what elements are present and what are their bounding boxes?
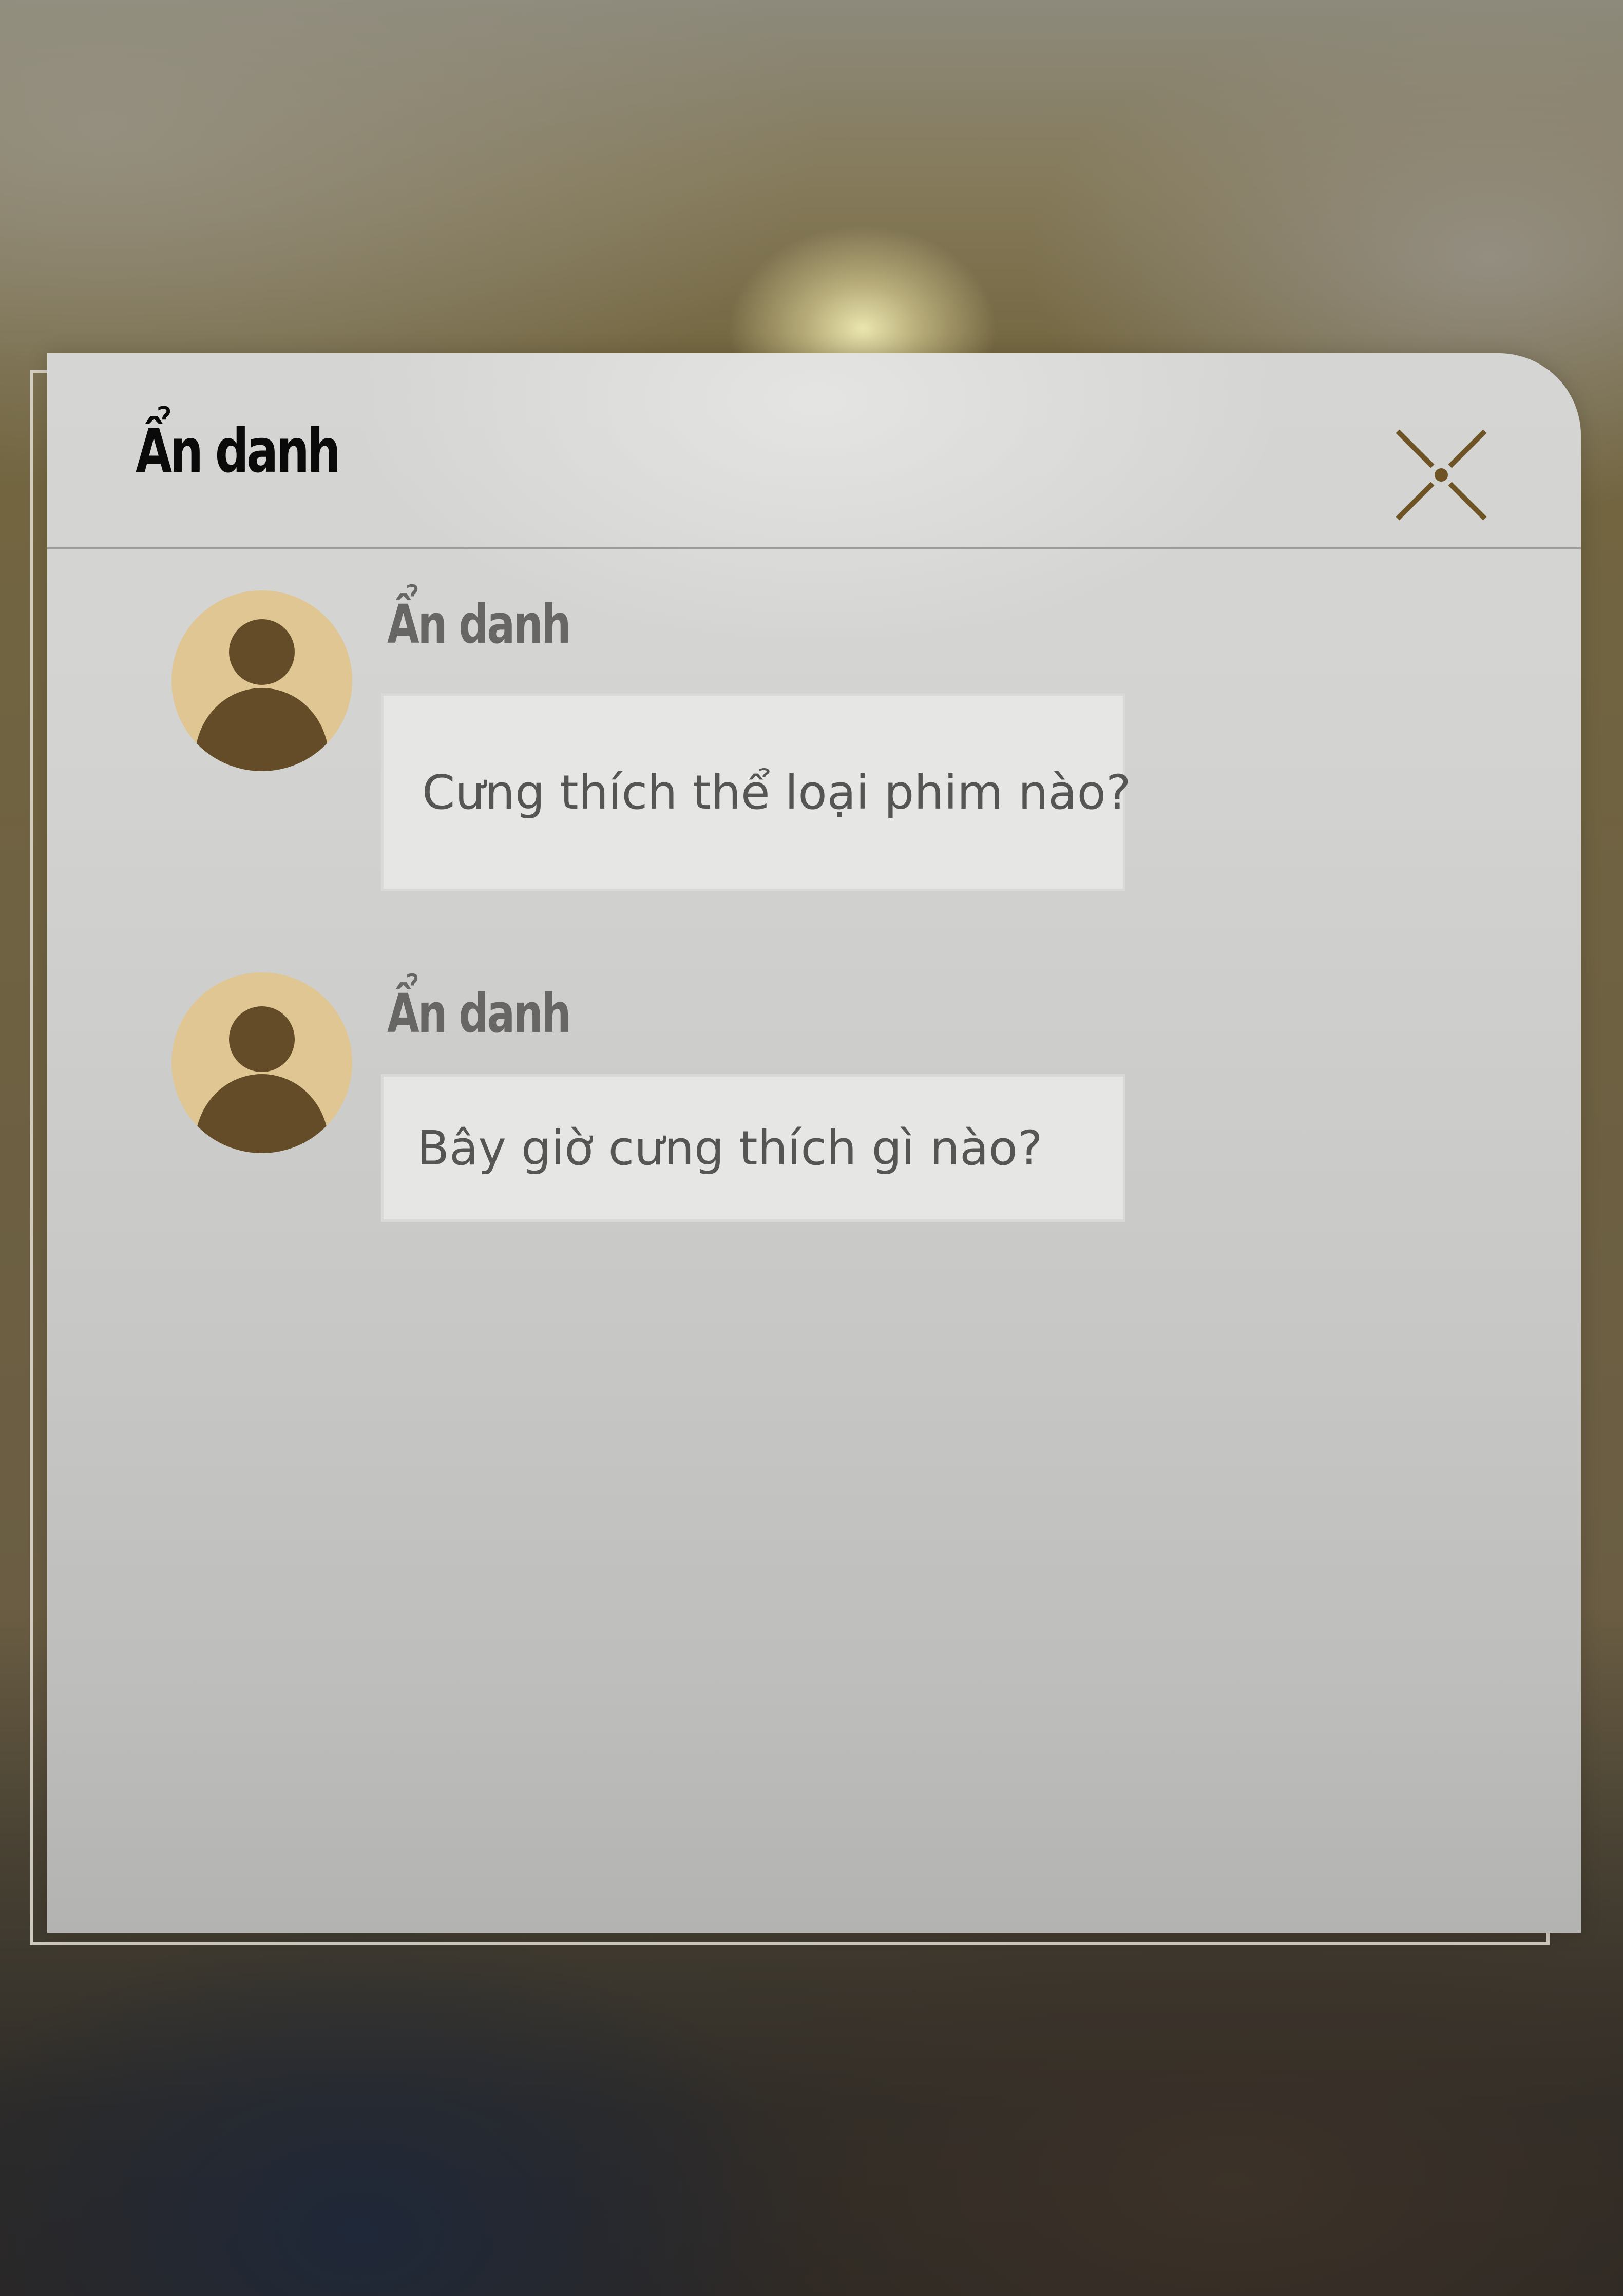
message-text: Bây giờ cưng thích gì nào?	[417, 1120, 1043, 1176]
message-bubble: Cưng thích thể loại phim nào?	[381, 693, 1131, 891]
chat-window: Ẩn danh Ẩn danh Cưng thích thể loại phim…	[47, 353, 1581, 1933]
chat-title: Ẩn danh	[136, 415, 341, 486]
message-text: Cưng thích thể loại phim nào?	[422, 764, 1131, 820]
sender-name: Ẩn danh	[387, 982, 571, 1045]
close-button[interactable]	[1392, 426, 1490, 524]
message-bubble: Bây giờ cưng thích gì nào?	[381, 1074, 1125, 1222]
close-x-icon	[1396, 429, 1487, 521]
avatar[interactable]	[171, 972, 352, 1153]
user-avatar-icon	[195, 1006, 329, 1153]
user-avatar-icon	[195, 619, 329, 771]
sender-name: Ẩn danh	[387, 593, 571, 656]
avatar[interactable]	[171, 590, 352, 771]
chat-header: Ẩn danh	[47, 353, 1581, 549]
